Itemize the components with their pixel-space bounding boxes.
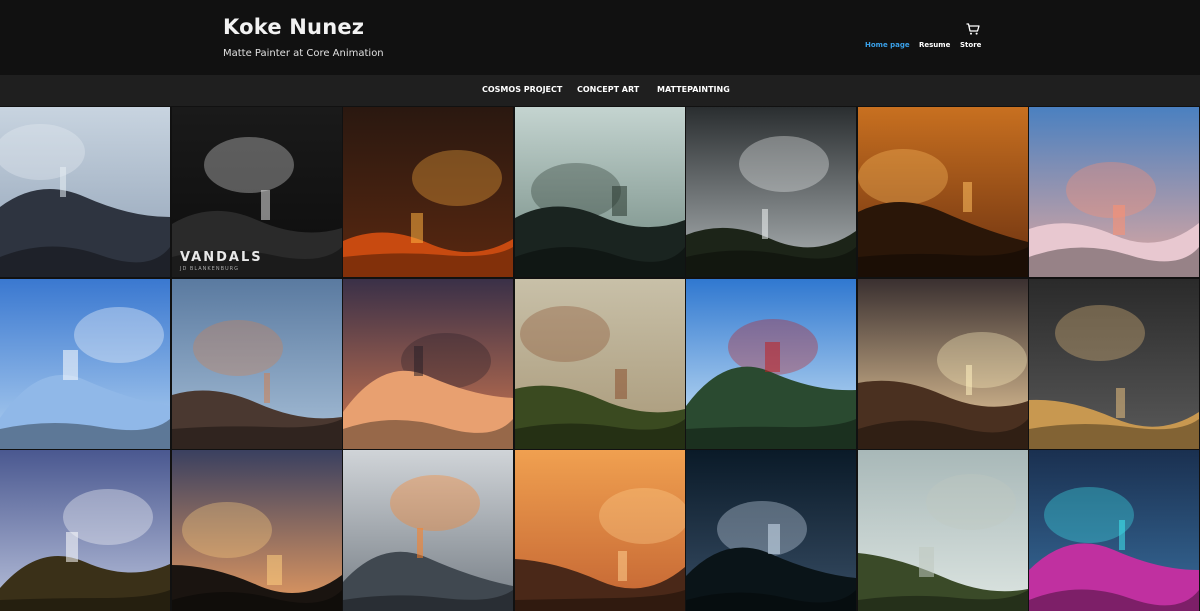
artwork-gallery: VANDALS JD BLANKENBURG <box>0 107 1200 611</box>
artwork-thumbnail <box>858 279 1028 449</box>
gallery-tile-space-fleet[interactable] <box>343 450 513 611</box>
artwork-thumbnail <box>858 107 1028 277</box>
gallery-tile-neon-bridge[interactable] <box>1029 450 1199 611</box>
gallery-tile-dragon-castle[interactable] <box>0 450 170 611</box>
gallery-tile-storm-pagoda[interactable] <box>686 107 856 277</box>
nav-store[interactable]: Store <box>960 41 981 49</box>
artwork-thumbnail <box>858 450 1028 611</box>
gallery-tile-cloud-giant[interactable] <box>1029 107 1199 277</box>
artwork-thumbnail <box>1029 450 1199 611</box>
artwork-thumbnail <box>0 450 170 611</box>
tile-caption: VANDALS <box>180 250 263 265</box>
nav-home-page[interactable]: Home page <box>865 41 910 49</box>
top-nav: Home page Resume Store <box>0 41 1200 51</box>
nav-resume[interactable]: Resume <box>919 41 950 49</box>
category-mattepainting[interactable]: MATTEPAINTING <box>657 85 730 94</box>
artwork-thumbnail <box>1029 279 1199 449</box>
artwork-thumbnail <box>343 107 513 277</box>
shopping-cart-icon[interactable] <box>966 23 980 35</box>
artwork-thumbnail <box>686 450 856 611</box>
category-cosmos-project[interactable]: COSMOS PROJECT <box>482 85 562 94</box>
gallery-tile-amber-canyon[interactable] <box>858 107 1028 277</box>
gallery-tile-windmill-hill[interactable] <box>858 450 1028 611</box>
gallery-tile-mountain-peak[interactable] <box>172 279 342 449</box>
artwork-thumbnail <box>515 279 685 449</box>
tile-caption-sub: JD BLANKENBURG <box>180 266 240 272</box>
artwork-thumbnail <box>343 279 513 449</box>
artwork-thumbnail <box>343 450 513 611</box>
gallery-tile-dusk-valley[interactable] <box>858 279 1028 449</box>
artwork-thumbnail <box>686 107 856 277</box>
site-title[interactable]: Koke Nunez <box>223 15 364 39</box>
gallery-tile-vandals-statue[interactable]: VANDALS JD BLANKENBURG <box>172 107 342 277</box>
gallery-tile-foggy-giants[interactable] <box>0 107 170 277</box>
artwork-thumbnail <box>172 450 342 611</box>
artwork-thumbnail <box>0 279 170 449</box>
gallery-tile-desert-pyramids[interactable] <box>1029 279 1199 449</box>
site-header: Koke Nunez Matte Painter at Core Animati… <box>0 0 1200 75</box>
gallery-tile-astronaut-lava[interactable] <box>343 107 513 277</box>
category-concept-art[interactable]: CONCEPT ART <box>577 85 639 94</box>
artwork-thumbnail <box>515 107 685 277</box>
artwork-thumbnail <box>172 279 342 449</box>
artwork-thumbnail <box>515 450 685 611</box>
gallery-tile-windy-bridge[interactable] <box>515 107 685 277</box>
category-nav: COSMOS PROJECT CONCEPT ART MATTEPAINTING <box>0 75 1200 106</box>
artwork-thumbnail <box>1029 107 1199 277</box>
gallery-tile-cliff-fortress[interactable] <box>515 450 685 611</box>
gallery-tile-sky-piano[interactable] <box>0 279 170 449</box>
gallery-tile-sunset-ridge[interactable] <box>172 450 342 611</box>
gallery-tile-night-warrior[interactable] <box>686 450 856 611</box>
artwork-thumbnail <box>686 279 856 449</box>
artwork-thumbnail <box>0 107 170 277</box>
gallery-tile-cloud-ship[interactable] <box>343 279 513 449</box>
gallery-tile-jungle-temple[interactable] <box>515 279 685 449</box>
gallery-tile-crystal-city[interactable] <box>686 279 856 449</box>
